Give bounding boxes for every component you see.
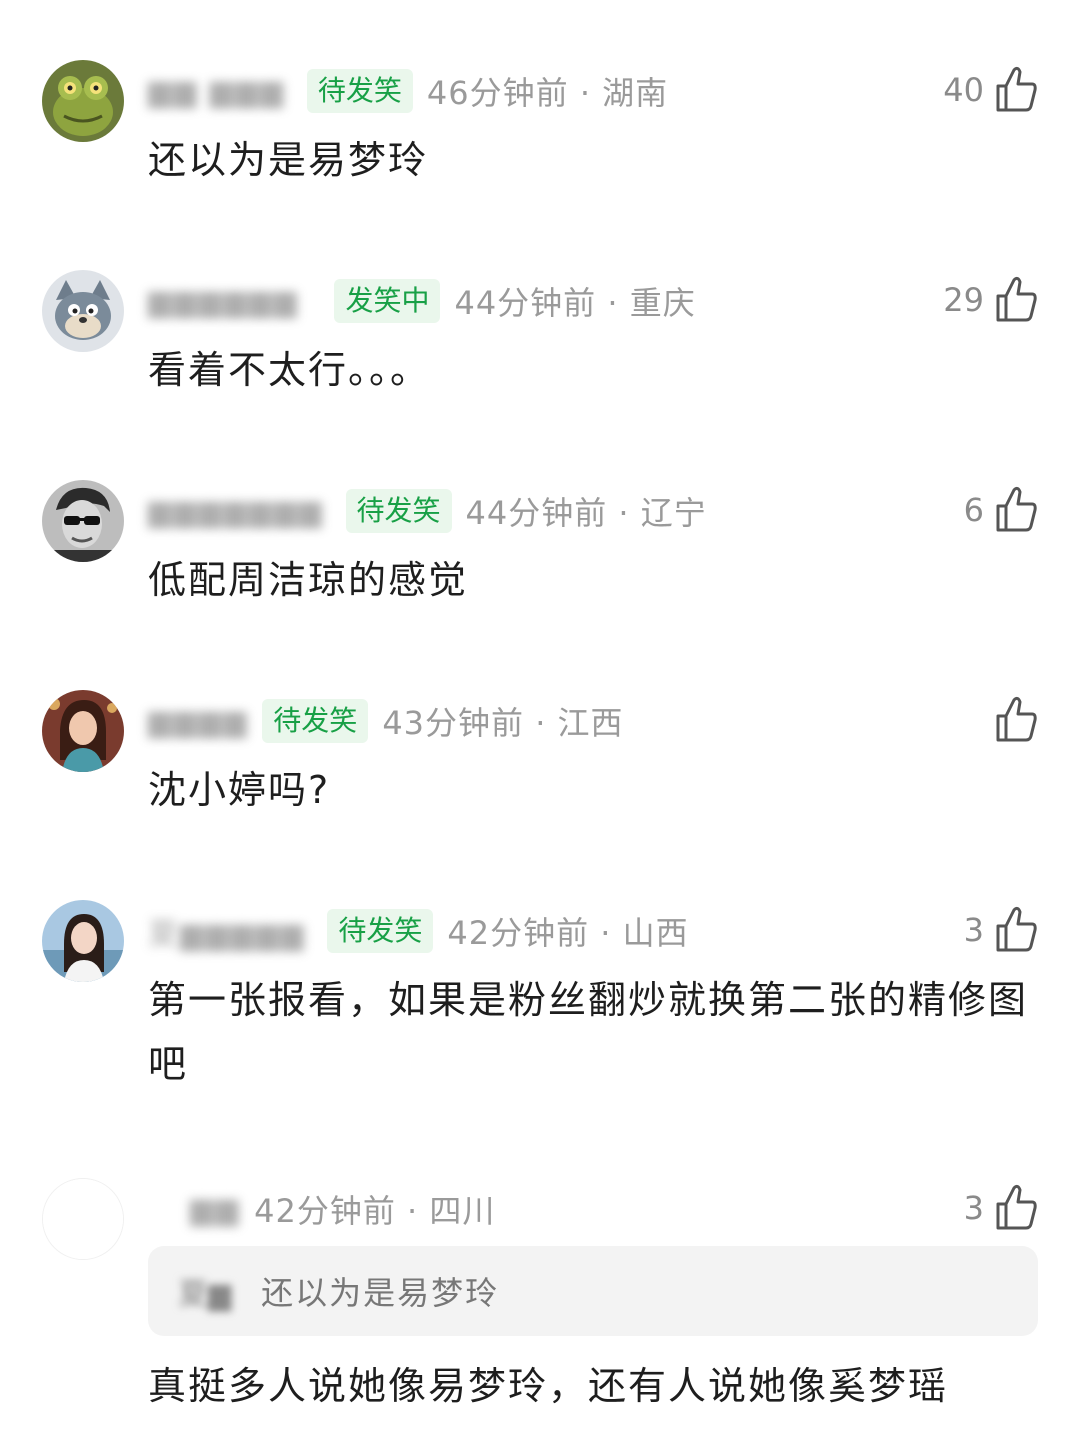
thumbs-up-icon xyxy=(992,64,1040,116)
status-badge: 待发笑 xyxy=(345,489,452,533)
username[interactable]: ▆▆ xyxy=(190,1192,240,1227)
comment-meta-row: ▆▆ ▆▆▆ 待发笑 46分钟前 · 湖南 xyxy=(148,68,668,114)
like-count: 29 xyxy=(943,281,984,319)
status-badge: 发笑中 xyxy=(334,279,441,323)
thumbs-up-icon xyxy=(992,274,1040,326)
username[interactable]: ▆▆▆▆▆▆ xyxy=(148,284,298,319)
comment-text: 还以为是易梦玲 xyxy=(148,138,429,182)
time-location: 43分钟前 · 江西 xyxy=(382,704,624,742)
woman-seaside-avatar-icon[interactable] xyxy=(42,900,124,982)
quoted-username: 夏▆ xyxy=(178,1277,232,1312)
comment-meta-row: ▆▆▆▆▆▆ 发笑中 44分钟前 · 重庆 xyxy=(148,278,696,324)
comment-text: 沈小婷吗? xyxy=(148,768,331,812)
like-count: 6 xyxy=(963,491,984,529)
woman-portrait-avatar-icon[interactable] xyxy=(42,690,124,772)
thumbs-up-icon xyxy=(992,484,1040,536)
username[interactable]: ▆▆▆▆▆▆▆ xyxy=(148,494,324,529)
status-badge: 待发笑 xyxy=(306,69,413,113)
like-button[interactable]: 6 xyxy=(964,482,1040,538)
comment-feed: ▆▆ ▆▆▆ 待发笑 46分钟前 · 湖南 40 还以为是易梦玲 ▆▆▆▆▆▆ … xyxy=(0,0,1080,1454)
frog-avatar-icon[interactable] xyxy=(42,60,124,142)
like-button[interactable]: 40 xyxy=(943,62,1040,118)
man-sunglasses-avatar-icon[interactable] xyxy=(42,480,124,562)
like-button[interactable]: 3 xyxy=(964,902,1040,958)
comment-text: 看着不太行。。。 xyxy=(148,348,431,392)
thumbs-up-icon xyxy=(992,1182,1040,1234)
comment-meta-row: ▆▆▆▆▆▆▆ 待发笑 44分钟前 · 辽宁 xyxy=(148,488,707,534)
status-badge: 待发笑 xyxy=(262,699,369,743)
like-button[interactable]: 3 xyxy=(964,1180,1040,1236)
like-button[interactable] xyxy=(984,692,1040,748)
thumbs-up-icon xyxy=(992,694,1040,746)
like-count: 3 xyxy=(963,911,984,949)
comment-text: 真挺多人说她像易梦玲，还有人说她像奚梦瑶 xyxy=(148,1364,949,1408)
like-count: 40 xyxy=(943,71,984,109)
like-button[interactable]: 29 xyxy=(943,272,1040,328)
username[interactable]: ▆▆ ▆▆▆ xyxy=(148,74,285,109)
comment-meta-row: 夏▆▆▆▆▆ 待发笑 42分钟前 · 山西 xyxy=(148,908,689,954)
quoted-comment[interactable]: 夏▆ 还以为是易梦玲 xyxy=(148,1246,1038,1336)
time-location: 44分钟前 · 辽宁 xyxy=(465,494,707,532)
username[interactable]: ▆▆▆▆ xyxy=(148,704,248,739)
comment-text: 第一张报看，如果是粉丝翻炒就换第二张的精修图吧 xyxy=(148,978,1029,1086)
cartoon-cat-avatar-icon[interactable] xyxy=(42,270,124,352)
quoted-text: 还以为是易梦玲 xyxy=(261,1274,500,1312)
time-location: 46分钟前 · 湖南 xyxy=(426,74,669,112)
thumbs-up-icon xyxy=(992,904,1040,956)
like-count: 3 xyxy=(963,1189,984,1227)
time-location: 44分钟前 · 重庆 xyxy=(454,284,696,322)
comment-text: 低配周洁琼的感觉 xyxy=(148,558,469,602)
time-location: 42分钟前 · 四川 xyxy=(254,1192,496,1230)
comment-meta-row: ▆▆ 42分钟前 · 四川 xyxy=(190,1186,495,1232)
username[interactable]: 夏▆▆▆▆▆ xyxy=(148,909,305,953)
status-badge: 待发笑 xyxy=(327,909,434,953)
blank-avatar-icon[interactable] xyxy=(42,1178,124,1260)
comment-meta-row: ▆▆▆▆ 待发笑 43分钟前 · 江西 xyxy=(148,698,624,744)
time-location: 42分钟前 · 山西 xyxy=(447,914,689,952)
